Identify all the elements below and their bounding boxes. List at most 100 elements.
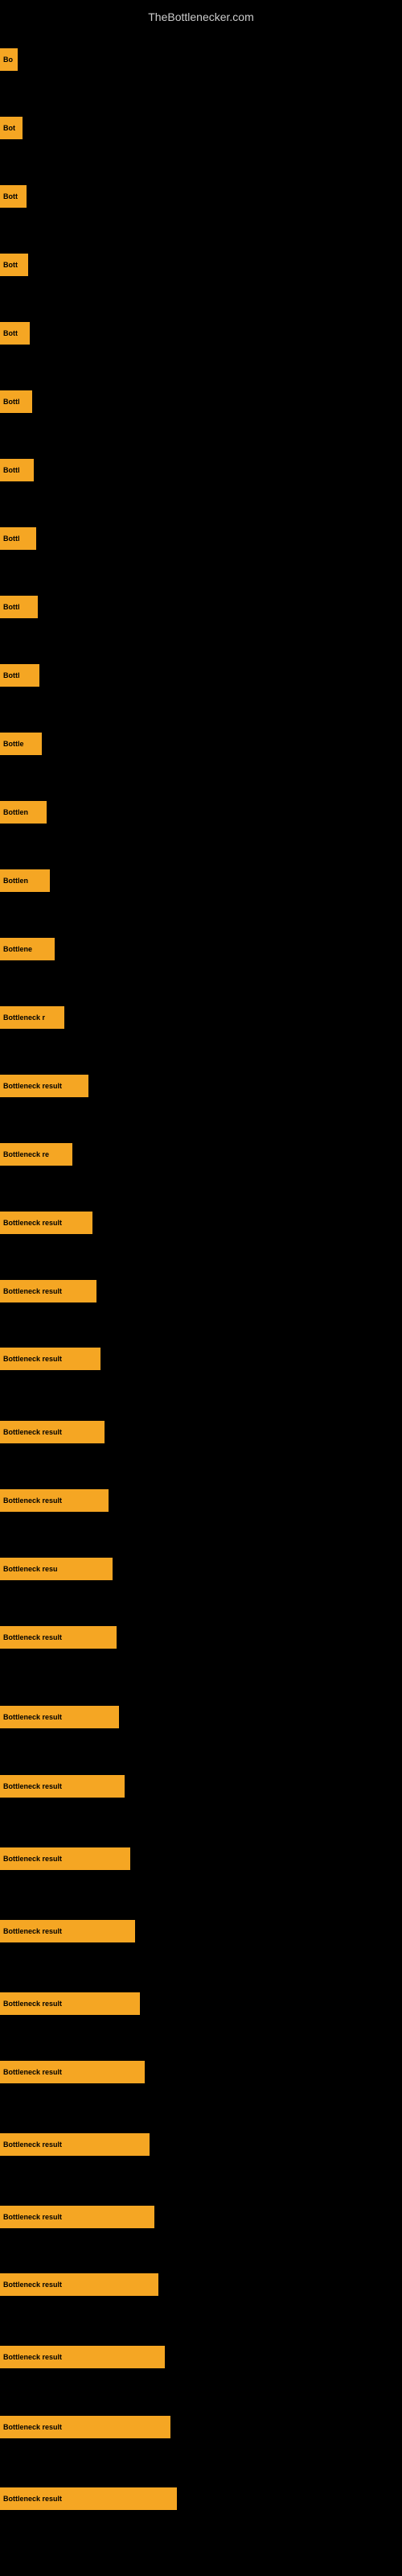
bar-row: Bottleneck result (0, 1489, 402, 1512)
bar-fill: Bott (0, 185, 27, 208)
bar-label: Bottleneck result (3, 2353, 62, 2361)
bar-row: Bottleneck re (0, 1143, 402, 1166)
bar-row: Bot (0, 117, 402, 139)
bar-fill: Bottl (0, 527, 36, 550)
bar-fill: Bottl (0, 459, 34, 481)
bar-label: Bottleneck result (3, 1633, 62, 1641)
bar-row: Bottleneck result (0, 1775, 402, 1798)
bar-label: Bottlene (3, 945, 32, 953)
bar-label: Bottleneck result (3, 1782, 62, 1790)
bar-fill: Bottleneck result (0, 2487, 177, 2510)
bar-fill: Bottleneck re (0, 1143, 72, 1166)
bar-label: Bottl (3, 535, 20, 543)
bar-fill: Bottle (0, 733, 42, 755)
bar-row: Bott (0, 322, 402, 345)
bar-label: Bottl (3, 398, 20, 406)
bar-row: Bottleneck result (0, 1847, 402, 1870)
bar-fill: Bottleneck result (0, 1489, 109, 1512)
bar-row: Bottlen (0, 801, 402, 824)
bar-row: Bottl (0, 596, 402, 618)
bar-label: Bottleneck result (3, 2000, 62, 2008)
bar-row: Bottleneck result (0, 1992, 402, 2015)
bar-fill: Bott (0, 322, 30, 345)
bar-fill: Bottleneck result (0, 2346, 165, 2368)
bar-fill: Bottleneck result (0, 1626, 117, 1649)
bar-row: Bottl (0, 459, 402, 481)
bar-label: Bottleneck resu (3, 1565, 58, 1573)
bar-fill: Bottleneck result (0, 1992, 140, 2015)
bar-fill: Bottleneck result (0, 1212, 92, 1234)
bar-fill: Bottleneck result (0, 2133, 150, 2156)
bar-fill: Bottleneck result (0, 2061, 145, 2083)
bar-fill: Bottleneck result (0, 1706, 119, 1728)
bar-label: Bot (3, 124, 15, 132)
bar-label: Bottleneck result (3, 2213, 62, 2221)
bar-label: Bottl (3, 603, 20, 611)
bar-row: Bottleneck result (0, 2487, 402, 2510)
bar-row: Bottl (0, 390, 402, 413)
bar-row: Bottleneck result (0, 2346, 402, 2368)
bar-label: Bott (3, 329, 18, 337)
bar-row: Bottleneck result (0, 2133, 402, 2156)
bar-label: Bottleneck result (3, 1219, 62, 1227)
bar-row: Bottleneck result (0, 1626, 402, 1649)
bar-label: Bottleneck result (3, 1082, 62, 1090)
bar-label: Bottleneck result (3, 1496, 62, 1505)
bar-label: Bottleneck result (3, 1355, 62, 1363)
bar-label: Bottleneck result (3, 1713, 62, 1721)
bar-row: Bottleneck result (0, 2273, 402, 2296)
bar-fill: Bottleneck result (0, 1280, 96, 1302)
bar-fill: Bottleneck result (0, 1075, 88, 1097)
bar-label: Bottleneck result (3, 2068, 62, 2076)
bar-row: Bott (0, 254, 402, 276)
bar-row: Bottleneck result (0, 1280, 402, 1302)
bar-row: Bottleneck result (0, 1706, 402, 1728)
bar-fill: Bottleneck result (0, 1775, 125, 1798)
bar-label: Bottleneck r (3, 1013, 45, 1022)
bar-fill: Bottlene (0, 938, 55, 960)
bar-fill: Bottleneck result (0, 2206, 154, 2228)
bar-label: Bott (3, 192, 18, 200)
bar-row: Bottlene (0, 938, 402, 960)
bar-fill: Bottl (0, 390, 32, 413)
bar-label: Bottleneck result (3, 1855, 62, 1863)
bar-row: Bottlen (0, 869, 402, 892)
bar-label: Bottl (3, 671, 20, 679)
bar-fill: Bottl (0, 596, 38, 618)
bar-row: Bottl (0, 527, 402, 550)
bar-label: Bottleneck result (3, 2423, 62, 2431)
bar-fill: Bott (0, 254, 28, 276)
bar-label: Bottlen (3, 808, 28, 816)
bar-fill: Bottlen (0, 801, 47, 824)
bar-row: Bottleneck result (0, 2061, 402, 2083)
bar-fill: Bottleneck result (0, 1920, 135, 1942)
bar-label: Bottleneck result (3, 2140, 62, 2149)
bar-row: Bottleneck result (0, 1348, 402, 1370)
site-title: TheBottlenecker.com (0, 4, 402, 30)
bar-fill: Bottleneck result (0, 1847, 130, 1870)
bar-row: Bottleneck result (0, 1212, 402, 1234)
bar-fill: Bot (0, 117, 23, 139)
bar-row: Bott (0, 185, 402, 208)
bar-fill: Bottlen (0, 869, 50, 892)
bar-row: Bottleneck result (0, 2416, 402, 2438)
bar-row: Bottl (0, 664, 402, 687)
bar-label: Bottlen (3, 877, 28, 885)
bar-row: Bottle (0, 733, 402, 755)
bar-label: Bott (3, 261, 18, 269)
bar-label: Bottleneck re (3, 1150, 49, 1158)
bar-label: Bottleneck result (3, 1927, 62, 1935)
bar-row: Bottleneck r (0, 1006, 402, 1029)
bar-fill: Bo (0, 48, 18, 71)
bar-label: Bo (3, 56, 13, 64)
bar-label: Bottleneck result (3, 2281, 62, 2289)
bar-label: Bottl (3, 466, 20, 474)
bar-row: Bottleneck result (0, 2206, 402, 2228)
bar-label: Bottleneck result (3, 1428, 62, 1436)
bar-fill: Bottl (0, 664, 39, 687)
bar-fill: Bottleneck r (0, 1006, 64, 1029)
bar-fill: Bottleneck result (0, 1421, 105, 1443)
bar-fill: Bottleneck result (0, 1348, 100, 1370)
bar-row: Bottleneck result (0, 1421, 402, 1443)
bar-label: Bottleneck result (3, 1287, 62, 1295)
